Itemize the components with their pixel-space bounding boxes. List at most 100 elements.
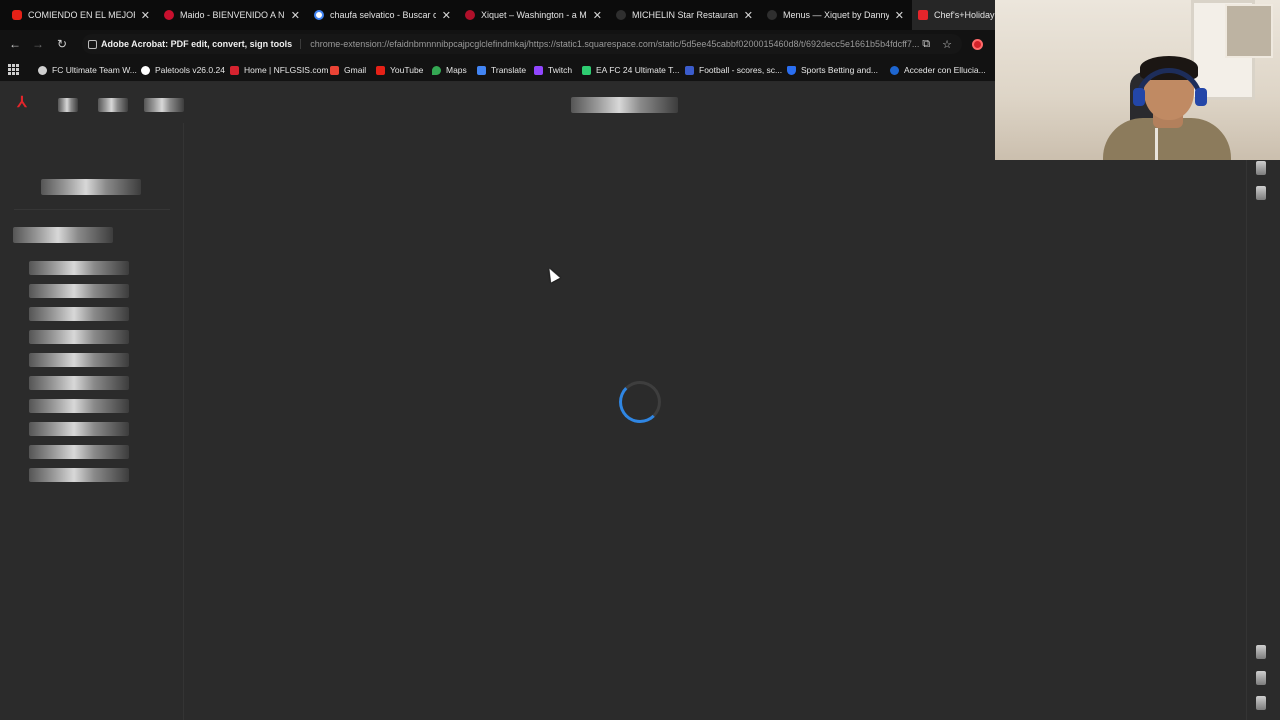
sidebar-divider [14,209,170,210]
headset-earcup [1195,88,1207,106]
tab-title: Maido - BIENVENIDO A NUE [180,10,285,20]
translate-icon[interactable]: ⧉ [922,38,930,51]
bookmark-maps[interactable]: Maps [432,62,467,78]
extension-label: Adobe Acrobat: PDF edit, convert, sign t… [101,39,293,49]
loading-spinner-icon [619,381,661,423]
gmail-icon [330,65,339,75]
bookmark-twitch[interactable]: Twitch [534,62,572,78]
bookmark-label: Twitch [548,65,573,75]
shield-icon [787,65,796,75]
tab-title: Chef's+Holiday+M [934,10,996,20]
bookmark-youtube[interactable]: YouTube [376,62,423,78]
page-icon [767,10,777,20]
tab-comiendo[interactable]: COMIENDO EN EL MEJOR RE ✕ [12,0,150,30]
tab-title: Xiquet – Washington - a MIC [481,10,587,20]
bookmark-eafc[interactable]: EA FC 24 Ultimate T... [582,62,679,78]
tab-title: MICHELIN Star Restaurant in [632,10,738,20]
paletools-icon [141,65,150,75]
sidebar-item-placeholder [29,399,129,413]
bookmark-gmail[interactable]: Gmail [330,62,366,78]
sidebar-item-placeholder [29,468,129,482]
acrobat-icon [918,10,928,20]
tab-chaufa[interactable]: chaufa selvatico - Buscar con ✕ [314,0,451,30]
hoodie-string [1155,128,1158,160]
sidebar-item-placeholder [29,376,129,390]
tab-maido[interactable]: Maido - BIENVENIDO A NUE ✕ [164,0,300,30]
extension-icon [88,39,97,49]
bookmark-ellucian[interactable]: Acceder con Ellucia... [890,62,986,78]
close-icon[interactable]: ✕ [895,9,904,22]
rail-tool-button[interactable] [1256,645,1266,659]
apps-grid-icon[interactable] [8,64,19,75]
easports-icon [582,65,591,75]
tab-menus-xiquet[interactable]: Menus — Xiquet by Danny L ✕ [767,0,904,30]
reload-icon[interactable]: ↻ [54,36,70,52]
close-icon[interactable]: ✕ [141,9,150,22]
sidebar-item-placeholder [29,330,129,344]
tab-michelin-star[interactable]: MICHELIN Star Restaurant in ✕ [616,0,753,30]
right-tool-rail [1246,123,1280,720]
bookmark-label: YouTube [390,65,424,75]
rail-tool-button[interactable] [1256,186,1266,200]
omnibox[interactable]: Adobe Acrobat: PDF edit, convert, sign t… [82,34,962,54]
webcam-overlay [995,0,1280,160]
back-icon[interactable]: ← [7,36,23,52]
bookmark-label: Translate [491,65,527,75]
maido-icon [164,10,174,20]
bookmark-label: Paletools v26.0.24 [155,65,225,75]
bookmark-translate[interactable]: Translate [477,62,526,78]
bookmark-sports-betting[interactable]: Sports Betting and... [787,62,878,78]
sidebar-section-placeholder [13,227,113,243]
record-icon[interactable] [972,39,983,50]
bookmark-label: Acceder con Ellucia... [904,65,986,75]
toolbar-placeholder [58,98,78,112]
url-text[interactable]: chrome-extension://efaidnbmnnnibpcajpcgl… [310,39,922,49]
sidebar-item-placeholder [29,261,129,275]
sidebar-item-placeholder [29,422,129,436]
bookmark-label: FC Ultimate Team W... [52,65,137,75]
page-icon [616,10,626,20]
football-icon [685,65,694,75]
close-icon[interactable]: ✕ [291,9,300,22]
bookmark-nflgsis[interactable]: Home | NFLGSIS.com [230,62,328,78]
headset-earcup [1133,88,1145,106]
tab-chefs-holiday[interactable]: Chef's+Holiday+M [912,0,996,30]
viewer-sidebar [0,123,184,720]
rail-tool-button[interactable] [1256,161,1266,175]
title-placeholder [571,97,678,113]
bookmark-paletools[interactable]: Paletools v26.0.24 [141,62,225,78]
toolbar-placeholder [144,98,184,112]
sidebar-item-placeholder [29,307,129,321]
google-icon [314,10,324,20]
tab-xiquet-washington[interactable]: Xiquet – Washington - a MIC ✕ [465,0,602,30]
sidebar-item-placeholder [29,445,129,459]
rail-tool-button[interactable] [1256,696,1266,710]
nfl-icon [230,65,239,75]
bookmark-label: Football - scores, sc... [699,65,783,75]
rail-tool-button[interactable] [1256,671,1266,685]
bookmark-label: Home | NFLGSIS.com [244,65,329,75]
close-icon[interactable]: ✕ [744,9,753,22]
document-area [185,123,1245,720]
michelin-icon [465,10,475,20]
close-icon[interactable]: ✕ [442,9,451,22]
close-icon[interactable]: ✕ [593,9,602,22]
forward-icon[interactable]: → [30,36,46,52]
bookmark-fut[interactable]: FC Ultimate Team W... [38,62,137,78]
browser-window: COMIENDO EN EL MEJOR RE ✕ Maido - BIENVE… [0,0,1280,720]
youtube-icon [12,10,22,20]
bookmark-label: Sports Betting and... [801,65,879,75]
pdf-viewer: ⅄ [0,83,1280,720]
toolbar-placeholder [98,98,128,112]
translate-icon [477,65,486,75]
acrobat-icon[interactable]: ⅄ [14,95,30,111]
bookmark-football[interactable]: Football - scores, sc... [685,62,782,78]
sidebar-heading-placeholder [41,179,141,195]
twitch-icon [534,65,543,75]
bookmark-label: EA FC 24 Ultimate T... [596,65,680,75]
tab-title: chaufa selvatico - Buscar con [330,10,436,20]
tab-title: Menus — Xiquet by Danny L [783,10,889,20]
star-icon[interactable]: ☆ [942,38,952,51]
extension-chip[interactable]: Adobe Acrobat: PDF edit, convert, sign t… [88,39,302,49]
bookmark-label: Maps [446,65,467,75]
